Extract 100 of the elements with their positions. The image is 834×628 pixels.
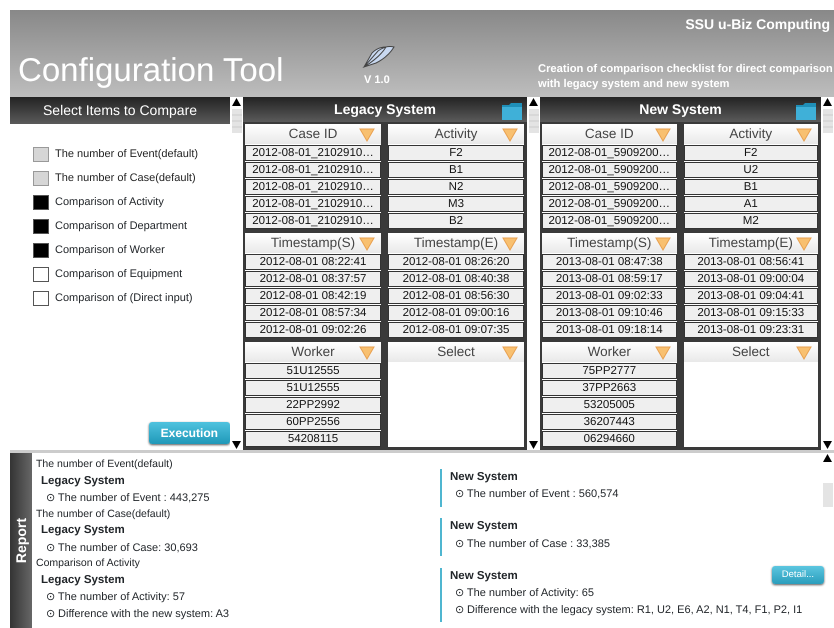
table-cell: 2012-08-01_2102910… — [245, 162, 381, 178]
column-header[interactable]: Select — [388, 342, 524, 362]
table-cell: 2012-08-01 09:02:26 — [245, 322, 381, 338]
scrollbar[interactable] — [230, 97, 243, 450]
table-cell: B1 — [684, 179, 818, 195]
dropdown-triangle-icon[interactable] — [359, 237, 375, 251]
table-cell: 06294660 — [542, 431, 676, 447]
org-name: SSU u-Biz Computing — [685, 15, 830, 34]
dropdown-triangle-icon[interactable] — [502, 128, 518, 142]
dropdown-triangle-icon[interactable] — [654, 346, 670, 360]
panel-title: Legacy System — [334, 100, 436, 119]
column-header[interactable]: Case ID — [542, 124, 676, 144]
column-header[interactable]: Activity — [684, 124, 818, 144]
app-title: Configuration Tool — [18, 52, 284, 88]
dropdown-triangle-icon[interactable] — [796, 237, 812, 251]
table-cell: 2012-08-01 08:42:19 — [245, 288, 381, 304]
checkbox-label: Comparison of (Direct input) — [55, 290, 193, 306]
checkbox[interactable] — [33, 194, 49, 210]
system-heading: New System — [450, 470, 518, 485]
column-header[interactable]: Case ID — [245, 124, 381, 144]
column-header[interactable]: Activity — [388, 124, 524, 144]
scroll-down-icon[interactable] — [231, 440, 242, 450]
report-line: ⊙ The number of Case: 30,693 — [45, 540, 199, 556]
system-heading: New System — [450, 519, 518, 534]
scrollbar[interactable] — [821, 97, 834, 450]
table-cell: N2 — [388, 179, 524, 195]
table-cell: 37PP2663 — [542, 380, 676, 396]
dropdown-triangle-icon[interactable] — [796, 346, 812, 360]
scroll-thumb-icon[interactable] — [232, 109, 242, 133]
table-cell: 2013-08-01 09:15:33 — [684, 305, 818, 321]
table-cell: 2013-08-01 09:02:33 — [542, 288, 676, 304]
table-cell: 2012-08-01_2102910… — [245, 179, 381, 195]
table-cell: 2012-08-01_2102910… — [245, 196, 381, 212]
checkbox-item[interactable]: Comparison of Worker — [33, 238, 230, 262]
checkbox-item[interactable]: Comparison of Activity — [33, 190, 230, 214]
checkbox[interactable] — [33, 290, 49, 306]
dropdown-triangle-icon[interactable] — [502, 346, 518, 360]
checkbox-item[interactable]: Comparison of Department — [33, 214, 230, 238]
scroll-thumb-icon[interactable] — [822, 109, 832, 133]
table-cell: F2 — [388, 145, 524, 161]
folder-icon[interactable] — [795, 101, 817, 121]
table-cell: 2012-08-01_5909200… — [542, 213, 676, 229]
system-heading: Legacy System — [41, 523, 125, 538]
table-cell: 51U12555 — [245, 363, 381, 379]
report-line: ⊙ The number of Event : 560,574 — [454, 487, 620, 502]
table-cell: 2013-08-01 08:47:38 — [542, 254, 676, 270]
table-cell: 2013-08-01 09:18:14 — [542, 322, 676, 338]
column-header[interactable]: Worker — [245, 342, 381, 362]
scroll-thumb-icon[interactable] — [822, 483, 832, 507]
checkbox[interactable] — [33, 266, 49, 282]
scrollbar[interactable] — [527, 97, 540, 450]
column-header[interactable]: Timestamp(E) — [684, 233, 818, 253]
column-header[interactable]: Timestamp(S) — [542, 233, 676, 253]
table-cell: 2013-08-01 08:59:17 — [542, 271, 676, 287]
checkbox-item[interactable]: Comparison of (Direct input) — [33, 286, 230, 310]
table-cell: 53205005 — [542, 397, 676, 413]
scroll-up-icon[interactable] — [822, 453, 833, 463]
description-text: with legacy system and new system — [538, 76, 731, 92]
folder-icon[interactable] — [501, 101, 523, 121]
checkbox-item[interactable]: Comparison of Equipment — [33, 262, 230, 286]
column-header[interactable]: Timestamp(S) — [245, 233, 381, 253]
scroll-thumb-icon[interactable] — [528, 109, 538, 133]
dropdown-triangle-icon[interactable] — [654, 237, 670, 251]
table-cell: M3 — [388, 196, 524, 212]
table-cell: M2 — [684, 213, 818, 229]
dropdown-triangle-icon[interactable] — [359, 346, 375, 360]
table-cell: 2012-08-01 08:40:38 — [388, 271, 524, 287]
column-header[interactable]: Timestamp(E) — [388, 233, 524, 253]
section-heading: The number of Case(default) — [36, 506, 170, 522]
dropdown-triangle-icon[interactable] — [359, 128, 375, 142]
table-cell: 2012-08-01_2102910… — [245, 145, 381, 161]
table-cell: 60PP2556 — [245, 414, 381, 430]
table-cell: 2012-08-01_5909200… — [542, 196, 676, 212]
column-header[interactable]: Select — [684, 342, 818, 362]
table-cell: 2012-08-01 08:26:20 — [388, 254, 524, 270]
dropdown-triangle-icon[interactable] — [502, 237, 518, 251]
section-heading: Comparison of Activity — [36, 556, 140, 571]
table-cell: 54208115 — [245, 431, 381, 447]
description-text: Creation of comparison checklist for direct comparison — [538, 62, 833, 77]
table-cell: 2012-08-01 08:57:34 — [245, 305, 381, 321]
table-cell: 2013-08-01 09:04:41 — [684, 288, 818, 304]
table-cell: 2013-08-01 09:23:31 — [684, 322, 818, 338]
dropdown-triangle-icon[interactable] — [796, 128, 812, 142]
checkbox-label: Comparison of Equipment — [55, 266, 182, 282]
table-cell: 2012-08-01 08:22:41 — [245, 254, 381, 270]
scroll-down-icon[interactable] — [822, 440, 833, 450]
scroll-down-icon[interactable] — [528, 440, 539, 450]
table-cell: 51U12555 — [245, 380, 381, 396]
table-cell: 36207443 — [542, 414, 676, 430]
table-cell: U2 — [684, 162, 818, 178]
checkbox[interactable] — [33, 218, 49, 234]
report-line: ⊙ The number of Event : 443,275 — [45, 491, 211, 506]
column-header[interactable]: Worker — [542, 342, 676, 362]
checkbox[interactable] — [33, 242, 49, 258]
checkbox-label: Comparison of Worker — [55, 242, 165, 258]
table-cell: 2012-08-01 09:07:35 — [388, 322, 524, 338]
report-line: ⊙ The number of Activity: 65 — [454, 586, 596, 601]
table-cell: 2012-08-01_5909200… — [542, 145, 676, 161]
table-cell: 2012-08-01 08:37:57 — [245, 271, 381, 287]
dropdown-triangle-icon[interactable] — [654, 128, 670, 142]
